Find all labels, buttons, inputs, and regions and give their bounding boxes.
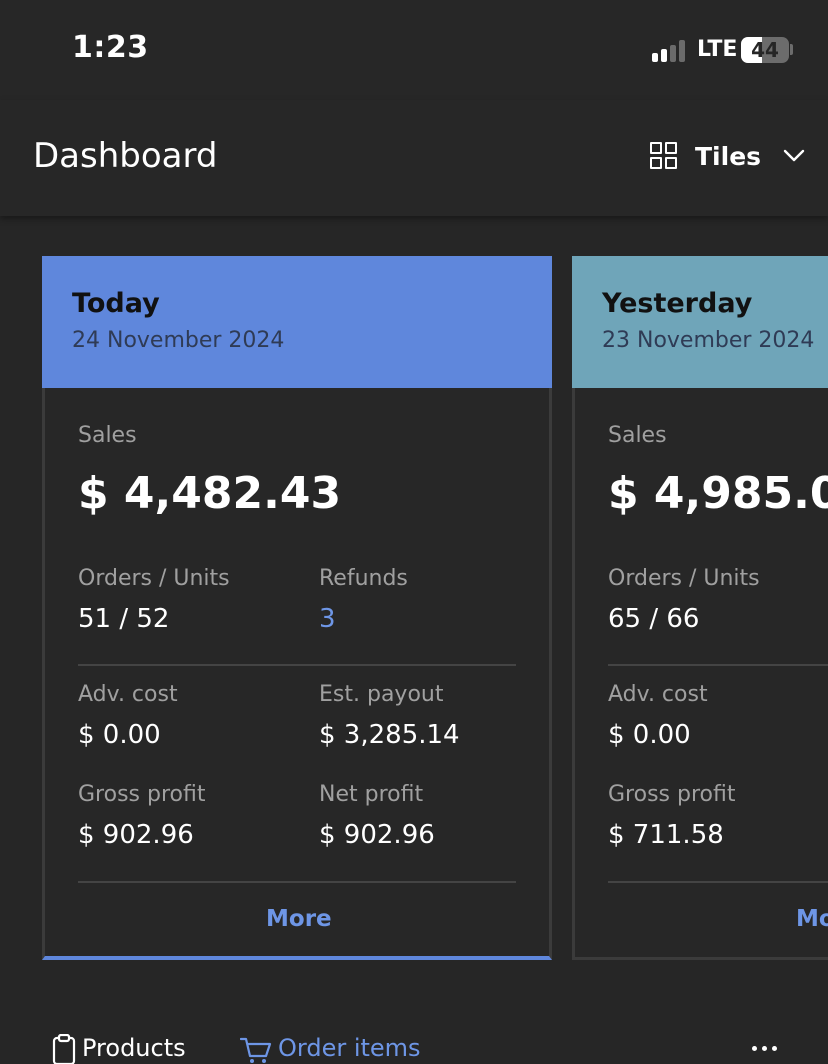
adv-cost-value: $ 0.00 xyxy=(78,720,161,750)
divider xyxy=(78,664,516,666)
battery-level: 44 xyxy=(751,38,779,62)
gross-profit-label: Gross profit xyxy=(608,782,736,807)
status-bar: 1:23 LTE 44 xyxy=(0,0,828,100)
card-date: 24 November 2024 xyxy=(72,328,285,353)
tab-label: Products xyxy=(82,1034,186,1062)
view-mode-dropdown[interactable]: Tiles xyxy=(650,136,805,176)
card-title: Yesterday xyxy=(602,288,753,319)
card-body: Sales $ 4,985.05 Orders / Units 65 / 66 … xyxy=(572,388,828,960)
divider xyxy=(78,881,516,883)
card-title: Today xyxy=(72,288,160,319)
orders-value: 65 / 66 xyxy=(608,604,700,634)
bottom-tabs: Products Order items xyxy=(0,1030,828,1064)
divider xyxy=(608,881,828,883)
more-options-icon[interactable] xyxy=(752,1046,777,1051)
card-today[interactable]: Today 24 November 2024 Sales $ 4,482.43 … xyxy=(42,256,552,960)
orders-label: Orders / Units xyxy=(608,566,760,591)
grid-icon xyxy=(650,142,678,170)
more-link[interactable]: More xyxy=(266,906,332,932)
refunds-label: Refunds xyxy=(319,566,408,591)
sales-value: $ 4,985.05 xyxy=(608,468,828,519)
status-time: 1:23 xyxy=(72,30,149,65)
divider xyxy=(608,664,828,666)
adv-cost-label: Adv. cost xyxy=(78,682,178,707)
card-header: Yesterday 23 November 2024 xyxy=(572,256,828,388)
orders-value: 51 / 52 xyxy=(78,604,170,634)
more-link[interactable]: More xyxy=(796,906,828,932)
sales-label: Sales xyxy=(608,423,667,448)
gross-profit-label: Gross profit xyxy=(78,782,206,807)
battery-icon: 44 xyxy=(741,37,789,63)
sales-value: $ 4,482.43 xyxy=(78,468,342,519)
net-profit-value: $ 902.96 xyxy=(319,820,435,850)
card-header: Today 24 November 2024 xyxy=(42,256,552,388)
refunds-link[interactable]: 3 xyxy=(319,604,336,634)
app-header: Dashboard Tiles xyxy=(0,100,828,216)
signal-strength-icon xyxy=(652,38,692,62)
tab-label: Order items xyxy=(278,1034,421,1062)
gross-profit-value: $ 711.58 xyxy=(608,820,724,850)
adv-cost-value: $ 0.00 xyxy=(608,720,691,750)
payout-label: Est. payout xyxy=(319,682,444,707)
orders-label: Orders / Units xyxy=(78,566,230,591)
view-mode-label: Tiles xyxy=(695,141,762,171)
sales-label: Sales xyxy=(78,423,137,448)
card-date: 23 November 2024 xyxy=(602,328,815,353)
adv-cost-label: Adv. cost xyxy=(608,682,708,707)
card-body: Sales $ 4,482.43 Orders / Units 51 / 52 … xyxy=(42,388,552,960)
chevron-down-icon xyxy=(783,149,805,162)
net-profit-label: Net profit xyxy=(319,782,424,807)
network-type: LTE xyxy=(697,37,738,62)
page-title: Dashboard xyxy=(33,136,218,176)
payout-value: $ 3,285.14 xyxy=(319,720,460,750)
gross-profit-value: $ 902.96 xyxy=(78,820,194,850)
battery-tip xyxy=(790,44,793,55)
card-yesterday[interactable]: Yesterday 23 November 2024 Sales $ 4,985… xyxy=(572,256,828,960)
